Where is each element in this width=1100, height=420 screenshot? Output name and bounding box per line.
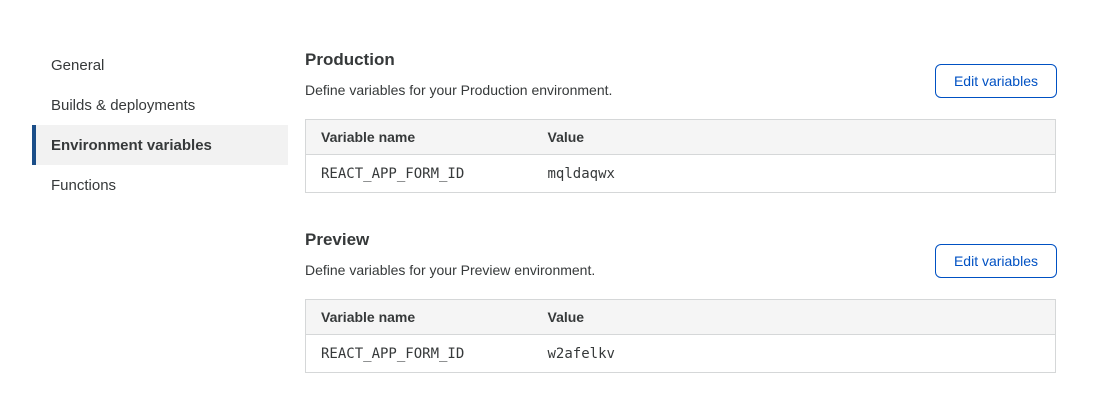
- table-header-row: Variable name Value: [306, 120, 1056, 155]
- sidebar-item-general[interactable]: General: [32, 45, 288, 85]
- sidebar-item-builds-deployments[interactable]: Builds & deployments: [32, 85, 288, 125]
- variable-value-cell: mqldaqwx: [533, 155, 1056, 193]
- column-header-value: Value: [533, 120, 1056, 155]
- table-row: REACT_APP_FORM_ID mqldaqwx: [306, 155, 1056, 193]
- table-header-row: Variable name Value: [306, 300, 1056, 335]
- sidebar-item-environment-variables[interactable]: Environment variables: [32, 125, 288, 165]
- production-edit-variables-button[interactable]: Edit variables: [935, 64, 1057, 98]
- table-row: REACT_APP_FORM_ID w2afelkv: [306, 335, 1056, 373]
- sidebar-item-label: Builds & deployments: [51, 97, 195, 114]
- sidebar-item-label: General: [51, 57, 104, 74]
- sidebar-item-functions[interactable]: Functions: [32, 165, 288, 205]
- variable-value-cell: w2afelkv: [533, 335, 1056, 373]
- column-header-variable-name: Variable name: [306, 300, 533, 335]
- preview-edit-variables-button[interactable]: Edit variables: [935, 244, 1057, 278]
- column-header-variable-name: Variable name: [306, 120, 533, 155]
- production-variables-table: Variable name Value REACT_APP_FORM_ID mq…: [305, 119, 1056, 193]
- production-section: Production Define variables for your Pro…: [305, 50, 1056, 193]
- column-header-value: Value: [533, 300, 1056, 335]
- sidebar-item-label: Environment variables: [51, 137, 212, 154]
- sidebar-item-label: Functions: [51, 177, 116, 194]
- preview-variables-table: Variable name Value REACT_APP_FORM_ID w2…: [305, 299, 1056, 373]
- variable-name-cell: REACT_APP_FORM_ID: [306, 155, 533, 193]
- variable-name-cell: REACT_APP_FORM_ID: [306, 335, 533, 373]
- settings-sidebar: General Builds & deployments Environment…: [32, 45, 288, 205]
- preview-section: Preview Define variables for your Previe…: [305, 230, 1056, 373]
- environment-variables-panel: Production Define variables for your Pro…: [305, 50, 1056, 373]
